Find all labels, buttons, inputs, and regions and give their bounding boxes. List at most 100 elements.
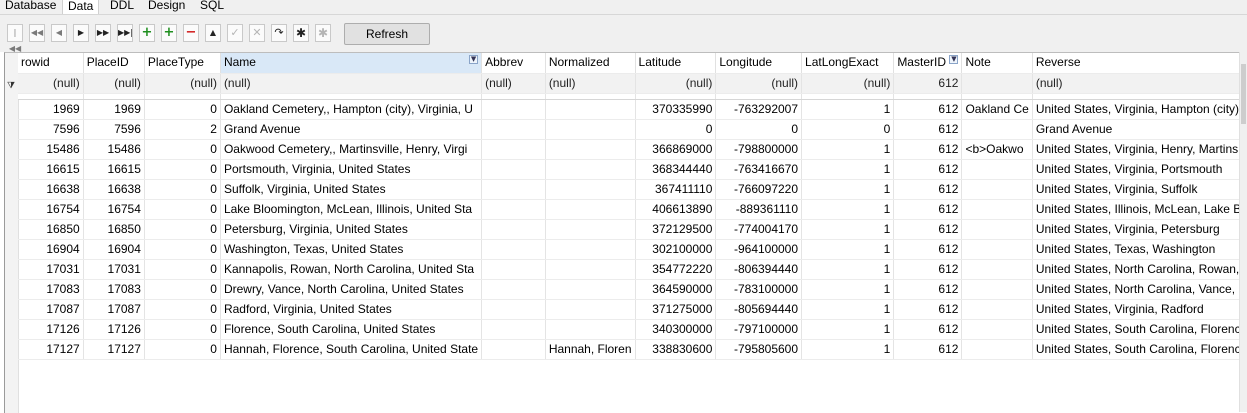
cell-latitude[interactable]: 370335990: [635, 99, 717, 120]
cell-abbrev[interactable]: [481, 219, 546, 240]
cell-rowid[interactable]: 16754: [18, 199, 84, 220]
edit-record-button[interactable]: ▲: [205, 24, 221, 42]
table-row[interactable]: 16850 16850 0 Petersburg, Virginia, United …: [18, 219, 1247, 240]
cell-latlongexact[interactable]: 1: [801, 139, 895, 160]
cell-placetype[interactable]: 2: [144, 119, 221, 140]
table-row[interactable]: 17031 17031 0 Kannapolis, Rowan, North Caro…: [18, 259, 1247, 280]
cell-placeid[interactable]: 16904: [83, 239, 145, 260]
table-row[interactable]: 16904 16904 0 Washington, Texas, United Sta…: [18, 239, 1247, 260]
cell-note[interactable]: [961, 259, 1033, 280]
cell-rowid[interactable]: 17127: [18, 339, 84, 360]
vertical-scrollbar[interactable]: [1239, 52, 1247, 412]
cell-placeid[interactable]: 17087: [83, 299, 145, 320]
cell-latlongexact[interactable]: 1: [801, 99, 895, 120]
cell-longitude[interactable]: -763416670: [715, 159, 803, 180]
cell-rowid[interactable]: 17126: [18, 319, 84, 340]
filter-cell[interactable]: (null): [801, 73, 895, 94]
cell-normalized[interactable]: [545, 119, 636, 140]
tab-ddl[interactable]: DDL: [105, 0, 139, 13]
filter-cell[interactable]: (null): [83, 73, 145, 94]
cell-placetype[interactable]: 0: [144, 259, 221, 280]
cell-latlongexact[interactable]: 0: [801, 119, 895, 140]
cell-latitude[interactable]: 354772220: [635, 259, 717, 280]
cell-longitude[interactable]: -774004170: [715, 219, 803, 240]
table-row[interactable]: 17126 17126 0 Florence, South Carolina, Uni…: [18, 319, 1247, 340]
cell-normalized[interactable]: [545, 279, 636, 300]
cell-masterid[interactable]: 612: [893, 219, 963, 240]
cell-placeid[interactable]: 17127: [83, 339, 145, 360]
table-row[interactable]: 17127 17127 0 Hannah, Florence, South Carol…: [18, 339, 1247, 360]
cell-masterid[interactable]: 612: [893, 159, 963, 180]
column-header-longitude[interactable]: Longitude: [715, 53, 803, 74]
cell-name[interactable]: Petersburg, Virginia, United States: [220, 219, 483, 240]
cell-reverse[interactable]: United States, South Carolina, Florenc: [1032, 339, 1247, 360]
cell-abbrev[interactable]: [481, 339, 546, 360]
column-filter-icon[interactable]: ▼: [949, 55, 959, 64]
cell-abbrev[interactable]: [481, 319, 546, 340]
filter-cell[interactable]: (null): [1032, 73, 1247, 94]
cell-latlongexact[interactable]: 1: [801, 159, 895, 180]
cell-note[interactable]: [961, 119, 1033, 140]
cell-longitude[interactable]: -798800000: [715, 139, 803, 160]
cell-rowid[interactable]: 7596: [18, 119, 84, 140]
cell-abbrev[interactable]: [481, 299, 546, 320]
apply-updates-button[interactable]: ✱: [293, 24, 309, 42]
post-edit-button[interactable]: ✓: [227, 24, 243, 42]
column-header-placetype[interactable]: PlaceType: [144, 53, 221, 74]
tab-sql[interactable]: SQL: [195, 0, 229, 13]
prior-record-button[interactable]: ◀: [51, 24, 67, 42]
cell-longitude[interactable]: -763292007: [715, 99, 803, 120]
cell-abbrev[interactable]: [481, 199, 546, 220]
cell-longitude[interactable]: -783100000: [715, 279, 803, 300]
cell-masterid[interactable]: 612: [893, 99, 963, 120]
cell-name[interactable]: Grand Avenue: [220, 119, 483, 140]
table-row[interactable]: 1969 1969 0 Oakland Cemetery,, Hampton (cit…: [18, 99, 1247, 120]
cell-rowid[interactable]: 15486: [18, 139, 84, 160]
cell-normalized[interactable]: [545, 299, 636, 320]
cell-latitude[interactable]: 372129500: [635, 219, 717, 240]
filter-cell[interactable]: (null): [144, 73, 221, 94]
cell-masterid[interactable]: 612: [893, 339, 963, 360]
cell-latitude[interactable]: 338830600: [635, 339, 717, 360]
insert-copy-button[interactable]: +: [161, 24, 177, 42]
cell-normalized[interactable]: [545, 219, 636, 240]
filter-cell[interactable]: 612: [893, 73, 963, 94]
tab-data[interactable]: Data: [62, 0, 100, 14]
cell-normalized[interactable]: Hannah, Floren: [545, 339, 636, 360]
column-filter-icon[interactable]: ▼: [469, 55, 479, 64]
cell-placetype[interactable]: 0: [144, 159, 221, 180]
column-header-placeid[interactable]: PlaceID: [83, 53, 145, 74]
cell-masterid[interactable]: 612: [893, 299, 963, 320]
cell-reverse[interactable]: United States, Virginia, Suffolk: [1032, 179, 1247, 200]
cell-longitude[interactable]: -964100000: [715, 239, 803, 260]
cell-note[interactable]: [961, 279, 1033, 300]
cell-rowid[interactable]: 16904: [18, 239, 84, 260]
cell-note[interactable]: [961, 299, 1033, 320]
cell-longitude[interactable]: -805694440: [715, 299, 803, 320]
cell-name[interactable]: Hannah, Florence, South Carolina, United…: [220, 339, 483, 360]
cell-note[interactable]: [961, 239, 1033, 260]
cell-longitude[interactable]: -797100000: [715, 319, 803, 340]
cell-masterid[interactable]: 612: [893, 259, 963, 280]
cell-latlongexact[interactable]: 1: [801, 299, 895, 320]
tab-database[interactable]: Database: [0, 0, 61, 13]
filter-cell[interactable]: (null): [635, 73, 717, 94]
tab-design[interactable]: Design: [143, 0, 190, 13]
cell-placeid[interactable]: 16754: [83, 199, 145, 220]
cell-latitude[interactable]: 302100000: [635, 239, 717, 260]
cell-abbrev[interactable]: [481, 259, 546, 280]
cell-placeid[interactable]: 16615: [83, 159, 145, 180]
cell-abbrev[interactable]: [481, 119, 546, 140]
next-page-button[interactable]: ▶▶: [95, 24, 111, 42]
table-row[interactable]: 7596 7596 2 Grand Avenue 0 0 0 612 Grand Avenue: [18, 119, 1247, 140]
prior-page-button[interactable]: ◀◀: [29, 24, 45, 42]
filter-cell[interactable]: (null): [481, 73, 546, 94]
cell-longitude[interactable]: -806394440: [715, 259, 803, 280]
cell-rowid[interactable]: 17083: [18, 279, 84, 300]
filter-cell[interactable]: (null): [545, 73, 636, 94]
refresh-record-button[interactable]: ↷: [271, 24, 287, 42]
cell-rowid[interactable]: 16615: [18, 159, 84, 180]
cell-longitude[interactable]: -766097220: [715, 179, 803, 200]
cell-masterid[interactable]: 612: [893, 239, 963, 260]
table-row[interactable]: 16638 16638 0 Suffolk, Virginia, United Sta…: [18, 179, 1247, 200]
